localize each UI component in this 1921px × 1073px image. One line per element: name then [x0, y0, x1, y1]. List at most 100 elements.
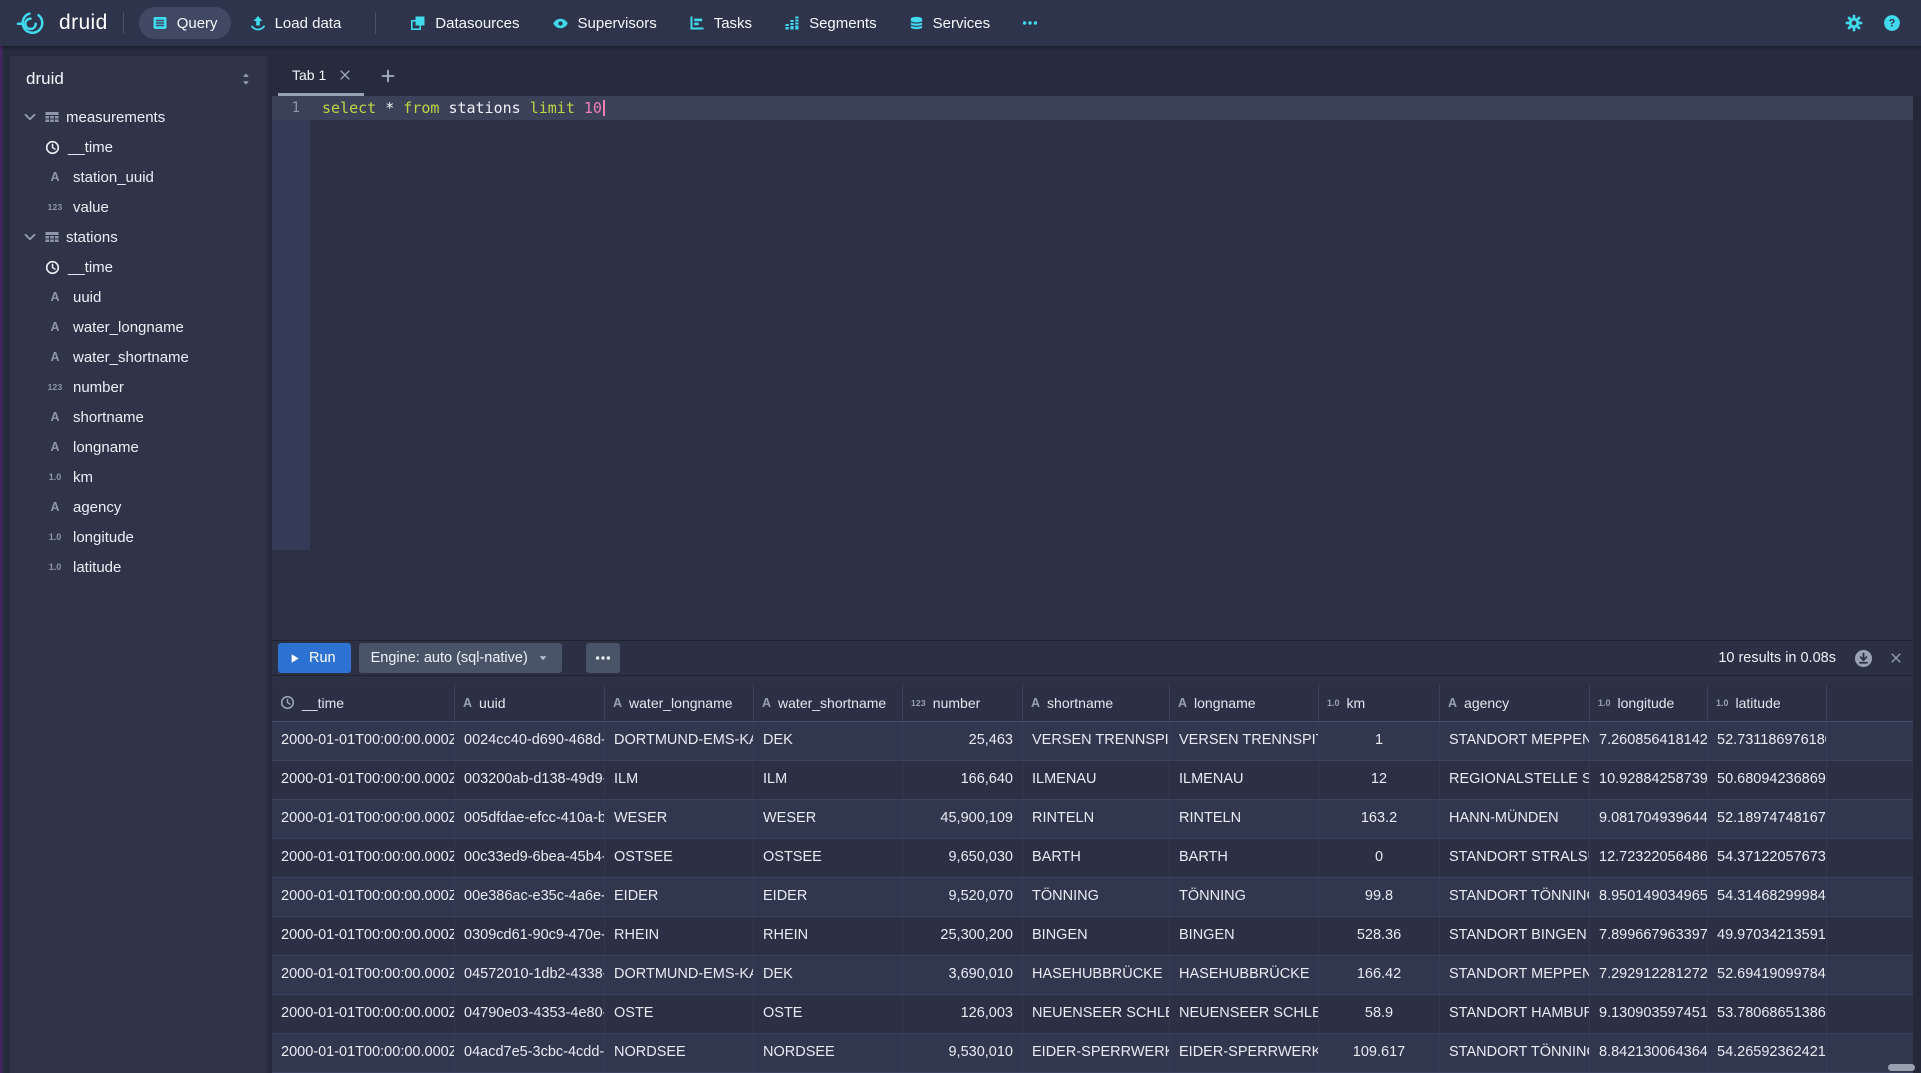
- column-header-water-longname[interactable]: Awater_longname: [605, 684, 754, 721]
- nav-item-supervisors[interactable]: Supervisors: [539, 7, 670, 39]
- column-header-km[interactable]: 1.0km: [1319, 684, 1440, 721]
- column-header-longname[interactable]: Alongname: [1170, 684, 1319, 721]
- nav-item-query[interactable]: Query: [139, 7, 231, 39]
- horizontal-scrollbar-thumb[interactable]: [1888, 1064, 1915, 1071]
- nav-item-label: Tasks: [714, 15, 752, 32]
- column-header-water-shortname[interactable]: Awater_shortname: [754, 684, 903, 721]
- cell-water-shortname: DEK: [754, 956, 903, 994]
- cell--time: 2000-01-01T00:00:00.000Z: [272, 878, 455, 916]
- engine-select[interactable]: Engine: auto (sql-native): [359, 643, 562, 673]
- tree-column--time[interactable]: __time: [10, 132, 267, 162]
- cell--time: 2000-01-01T00:00:00.000Z: [272, 722, 455, 760]
- tasks-icon: [689, 15, 705, 31]
- cell-water-shortname: RHEIN: [754, 917, 903, 955]
- cell-agency: STANDORT BINGEN: [1440, 917, 1590, 955]
- tree-table-measurements[interactable]: measurements: [10, 102, 267, 132]
- more-dots-icon: [595, 650, 611, 666]
- cell-agency: STANDORT TÖNNING: [1440, 1034, 1590, 1072]
- tree-column-water-longname[interactable]: Awater_longname: [10, 312, 267, 342]
- string-column-icon: A: [1448, 696, 1457, 710]
- tree-column-km[interactable]: 1.0 km: [10, 462, 267, 492]
- help-icon[interactable]: ?: [1883, 14, 1901, 32]
- run-button[interactable]: Run: [278, 643, 351, 673]
- new-tab-plus-icon[interactable]: [380, 56, 396, 96]
- column-header-agency[interactable]: Aagency: [1440, 684, 1590, 721]
- column-header-longitude[interactable]: 1.0longitude: [1590, 684, 1708, 721]
- tree-column-longitude[interactable]: 1.0longitude: [10, 522, 267, 552]
- cell-number: 45,900,109: [903, 800, 1023, 838]
- table-row: 2000-01-01T00:00:00.000Z003200ab-d138-49…: [272, 761, 1913, 800]
- sql-token: *: [385, 99, 394, 117]
- cell-water-shortname: OSTE: [754, 995, 903, 1033]
- tree-column--time[interactable]: __time: [10, 252, 267, 282]
- nav-item-segments[interactable]: Segments: [771, 7, 890, 39]
- result-status: 10 results in 0.08s: [1718, 650, 1836, 666]
- nav-item-tasks[interactable]: Tasks: [676, 7, 765, 39]
- nav-item-more[interactable]: [1009, 7, 1051, 39]
- cell-number: 25,300,200: [903, 917, 1023, 955]
- column-header-latitude[interactable]: 1.0latitude: [1708, 684, 1827, 721]
- cell-latitude: 49.9703421359195: [1708, 917, 1827, 955]
- nav-item-datasources[interactable]: Datasources: [397, 7, 532, 39]
- tree-column-label: __time: [68, 259, 113, 276]
- druid-logo[interactable]: druid: [16, 10, 108, 37]
- cell-water-longname: WESER: [605, 800, 754, 838]
- column-header-shortname[interactable]: Ashortname: [1023, 684, 1170, 721]
- cell-longname: HASEHUBBRÜCKE: [1170, 956, 1319, 994]
- settings-gear-icon[interactable]: [1845, 14, 1863, 32]
- cell--time: 2000-01-01T00:00:00.000Z: [272, 917, 455, 955]
- tree-column-label: agency: [73, 499, 121, 516]
- cell-longname: RINTELN: [1170, 800, 1319, 838]
- tree-column-water-shortname[interactable]: Awater_shortname: [10, 342, 267, 372]
- column-header-uuid[interactable]: Auuid: [455, 684, 605, 721]
- column-header-number[interactable]: 123number: [903, 684, 1023, 721]
- tree-column-shortname[interactable]: Ashortname: [10, 402, 267, 432]
- tree-column-label: latitude: [73, 559, 121, 576]
- tree-column-agency[interactable]: Aagency: [10, 492, 267, 522]
- float-column-icon: 1.0: [45, 472, 65, 482]
- column-header-label: km: [1347, 695, 1366, 711]
- schema-sidebar: druid measurements__timeAstation_uuid123…: [10, 56, 267, 1073]
- cell-filler: [1827, 956, 1913, 994]
- download-results-icon[interactable]: [1854, 649, 1873, 668]
- vertical-scrollbar[interactable]: [1913, 96, 1921, 1073]
- cell-shortname: BINGEN: [1023, 917, 1170, 955]
- nav-item-services[interactable]: Services: [896, 7, 1004, 39]
- cell--time: 2000-01-01T00:00:00.000Z: [272, 761, 455, 799]
- cell-longitude: 12.7232205648674: [1590, 839, 1708, 877]
- cell-water-shortname: NORDSEE: [754, 1034, 903, 1072]
- tree-column-station-uuid[interactable]: Astation_uuid: [10, 162, 267, 192]
- tree-table-stations[interactable]: stations: [10, 222, 267, 252]
- tree-column-latitude[interactable]: 1.0 latitude: [10, 552, 267, 582]
- nav-item-load-data[interactable]: Load data: [237, 7, 355, 39]
- cell-uuid: 04acd7e5-3cbc-4cdd-b: [455, 1034, 605, 1072]
- float-column-icon: 1.0: [45, 562, 65, 572]
- tree-column-label: km: [73, 469, 93, 486]
- query-more-button[interactable]: [586, 643, 620, 673]
- table-row: 2000-01-01T00:00:00.000Z04572010-1db2-43…: [272, 956, 1913, 995]
- cell-uuid: 04572010-1db2-4338-: [455, 956, 605, 994]
- sql-editor[interactable]: select * from stations limit 10: [322, 96, 605, 120]
- cell-filler: [1827, 839, 1913, 877]
- tab-1[interactable]: Tab 1: [278, 56, 364, 96]
- column-header--time[interactable]: __time: [272, 684, 455, 721]
- tree-column-value[interactable]: 123value: [10, 192, 267, 222]
- cell-longname: BARTH: [1170, 839, 1319, 877]
- sql-token: [394, 99, 403, 117]
- nav-item-label: Supervisors: [578, 15, 657, 32]
- tree-column-uuid[interactable]: Auuid: [10, 282, 267, 312]
- cell-water-longname: EIDER: [605, 878, 754, 916]
- navbar-divider: [123, 12, 124, 34]
- tree-column-longname[interactable]: Alongname: [10, 432, 267, 462]
- column-header-label: agency: [1464, 695, 1509, 711]
- load-data-icon: [250, 15, 266, 31]
- tree-column-number[interactable]: 123number: [10, 372, 267, 402]
- double-caret-sort-icon[interactable]: [239, 72, 253, 86]
- cell-shortname: RINTELN: [1023, 800, 1170, 838]
- close-results-icon[interactable]: [1889, 651, 1903, 665]
- column-header-label: water_longname: [629, 695, 733, 711]
- cell-km: 166.42: [1319, 956, 1440, 994]
- cell-uuid: 0024cc40-d690-468d-: [455, 722, 605, 760]
- cell-longitude: 7.2608564181428: [1590, 722, 1708, 760]
- tab-close-icon[interactable]: [338, 68, 352, 82]
